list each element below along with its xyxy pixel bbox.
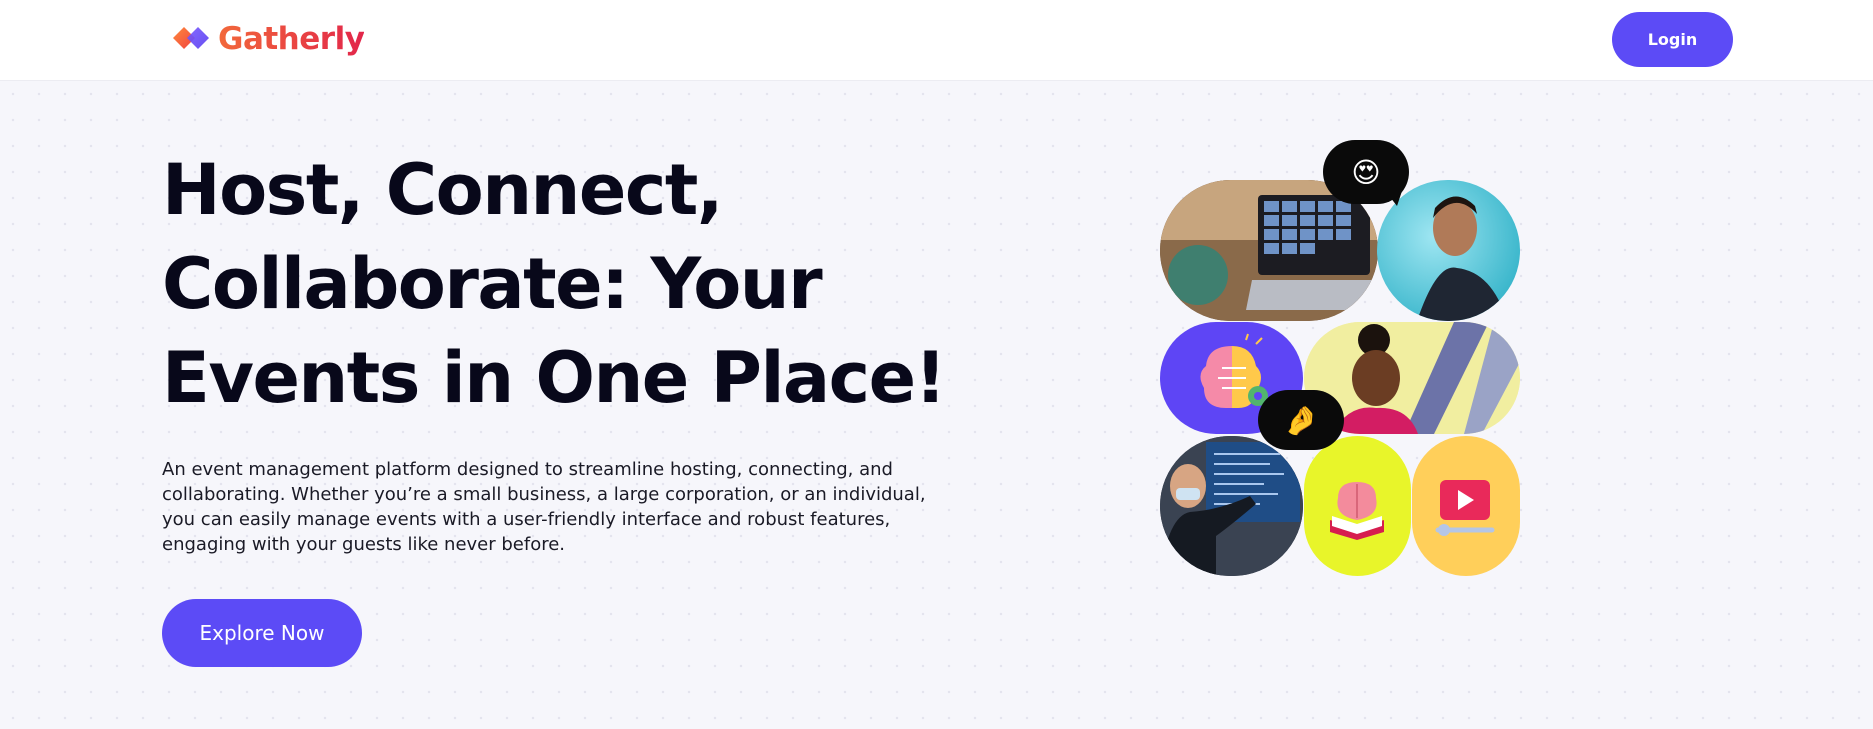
brain-book-tile xyxy=(1304,436,1411,576)
logo-mark-icon xyxy=(172,20,216,58)
hero-collage: 😍 🤌 xyxy=(1158,140,1528,580)
hero-headline: Host, Connect, Collaborate: Your Events … xyxy=(162,149,947,419)
brand-name: Gatherly xyxy=(218,21,365,57)
top-navbar: Gatherly Login xyxy=(0,0,1873,81)
login-button[interactable]: Login xyxy=(1612,12,1733,67)
video-play-tile xyxy=(1412,436,1520,576)
heart-eyes-emoji-bubble: 😍 xyxy=(1323,140,1409,204)
pinched-fingers-emoji: 🤌 xyxy=(1283,403,1319,437)
presenter-masked-image xyxy=(1160,436,1303,576)
hero-description: An event management platform designed to… xyxy=(162,459,926,555)
heart-eyes-emoji: 😍 xyxy=(1351,155,1381,189)
pinched-fingers-emoji-bubble: 🤌 xyxy=(1258,390,1344,450)
brand-logo[interactable]: Gatherly xyxy=(172,20,365,58)
explore-now-button[interactable]: Explore Now xyxy=(162,599,362,667)
